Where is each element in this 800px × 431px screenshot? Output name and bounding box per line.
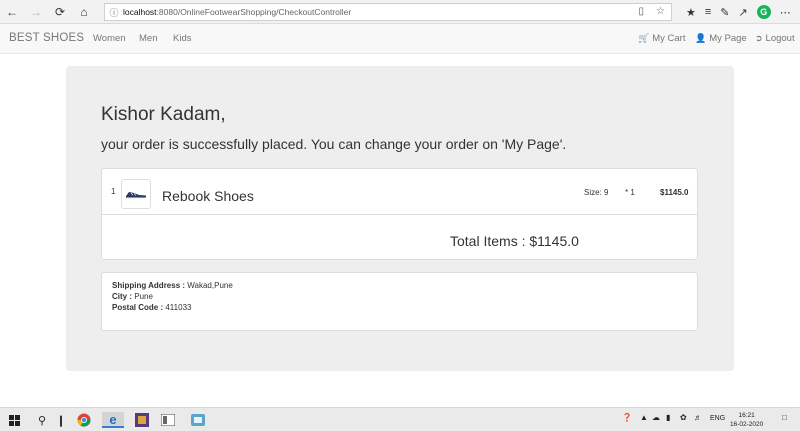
language-indicator[interactable]: ENG <box>710 415 725 422</box>
order-item-row: 1 Rebook Shoes Size: 9 * 1 $1145.0 <box>102 169 697 215</box>
hub-icon[interactable]: ≡ <box>705 6 711 18</box>
reading-view-icon[interactable]: ▯ <box>639 6 645 17</box>
help-icon[interactable]: ❓ <box>622 413 632 422</box>
product-name: Rebook Shoes <box>162 188 254 204</box>
windows-taskbar: ⚲ ❙ e ❓ ▲ ☁ ▮ ✿ ♬ ENG 16:21 16-02-2020 □ <box>0 407 800 431</box>
my-page-link[interactable]: 👤 My Page <box>695 33 747 44</box>
grammarly-icon[interactable]: G <box>756 5 771 19</box>
product-quantity: * 1 <box>625 188 635 197</box>
clock-time: 16:21 <box>738 412 755 419</box>
shipping-address-line: Shipping Address : Wakad,Pune <box>112 281 233 290</box>
cloud-icon[interactable]: ☁ <box>652 413 660 422</box>
city-line: City : Pune <box>112 292 153 301</box>
app-icon-1[interactable] <box>132 412 152 428</box>
info-icon[interactable]: ⓘ <box>105 6 123 19</box>
city-value: Pune <box>134 292 153 301</box>
user-icon: 👤 <box>695 33 707 43</box>
shipping-address-value: Wakad,Pune <box>187 281 233 290</box>
battery-icon[interactable]: ▮ <box>666 413 670 422</box>
edge-icon[interactable]: e <box>102 412 124 428</box>
order-success-message: your order is successfully placed. You c… <box>101 136 567 152</box>
wifi-icon[interactable]: ✿ <box>680 413 687 422</box>
my-cart-link[interactable]: 🛒 My Cart <box>638 33 685 44</box>
windows-start-icon[interactable] <box>6 412 22 428</box>
refresh-icon[interactable]: ⟳ <box>48 0 72 24</box>
back-icon[interactable]: ← <box>0 0 24 24</box>
product-thumbnail[interactable] <box>121 179 151 209</box>
my-cart-label: My Cart <box>652 33 686 44</box>
browser-toolbar: ← → ⟳ ⌂ ⓘ localhost:8080/OnlineFootwearS… <box>0 0 800 24</box>
search-icon[interactable]: ⚲ <box>34 412 50 428</box>
pen-icon[interactable]: ✎ <box>720 6 729 19</box>
more-icon[interactable]: ⋯ <box>780 6 791 19</box>
url-path: :8080/OnlineFootwearShopping/CheckoutCon… <box>156 7 352 17</box>
url-host: localhost <box>123 7 157 17</box>
shipping-details-panel: Shipping Address : Wakad,Pune City : Pun… <box>101 272 698 331</box>
product-size: Size: 9 <box>584 188 609 197</box>
logout-icon: ➲ <box>755 33 763 43</box>
shoe-icon <box>126 192 146 199</box>
logout-label: Logout <box>765 33 795 44</box>
product-price: $1145.0 <box>660 188 689 197</box>
order-items-panel: 1 Rebook Shoes Size: 9 * 1 $1145.0 Total… <box>101 168 698 260</box>
brand-link[interactable]: BEST SHOES <box>9 32 84 44</box>
favorite-star-icon[interactable]: ☆ <box>656 6 665 17</box>
clock-date: 16-02-2020 <box>730 421 764 428</box>
site-navbar: BEST SHOES Women Men Kids 🛒 My Cart 👤 My… <box>0 24 800 54</box>
item-index: 1 <box>111 187 116 196</box>
chrome-icon[interactable] <box>74 412 94 428</box>
nav-link-women[interactable]: Women <box>93 33 126 44</box>
cart-icon: 🛒 <box>638 33 650 43</box>
home-icon[interactable]: ⌂ <box>72 0 96 24</box>
nav-link-men[interactable]: Men <box>139 33 157 44</box>
postal-code-label: Postal Code : <box>112 303 164 312</box>
forward-icon[interactable]: → <box>24 0 48 24</box>
postal-code-value: 411033 <box>165 303 192 312</box>
volume-icon[interactable]: ♬ <box>694 413 702 422</box>
customer-greeting: Kishor Kadam, <box>101 104 226 125</box>
task-view-icon[interactable]: ❙ <box>56 412 66 428</box>
address-bar[interactable]: ⓘ localhost:8080/OnlineFootwearShopping/… <box>104 3 672 21</box>
network-icon[interactable]: ▲ <box>640 413 648 422</box>
city-label: City : <box>112 292 132 301</box>
app-icon-3[interactable] <box>188 412 208 428</box>
shipping-address-label: Shipping Address : <box>112 281 186 290</box>
my-page-label: My Page <box>709 33 747 44</box>
app-icon-2[interactable] <box>158 412 178 428</box>
share-icon[interactable]: ↗ <box>739 6 748 19</box>
logout-link[interactable]: ➲ Logout <box>755 33 795 44</box>
notifications-icon[interactable]: □ <box>782 413 787 422</box>
order-confirmation-panel: Kishor Kadam, your order is successfully… <box>66 66 734 371</box>
order-total: Total Items : $1145.0 <box>450 233 579 249</box>
system-clock[interactable]: 16:21 16-02-2020 <box>730 411 763 429</box>
favorites-icon[interactable]: ★ <box>686 6 696 19</box>
postal-code-line: Postal Code : 411033 <box>112 303 191 312</box>
nav-link-kids[interactable]: Kids <box>173 33 191 44</box>
